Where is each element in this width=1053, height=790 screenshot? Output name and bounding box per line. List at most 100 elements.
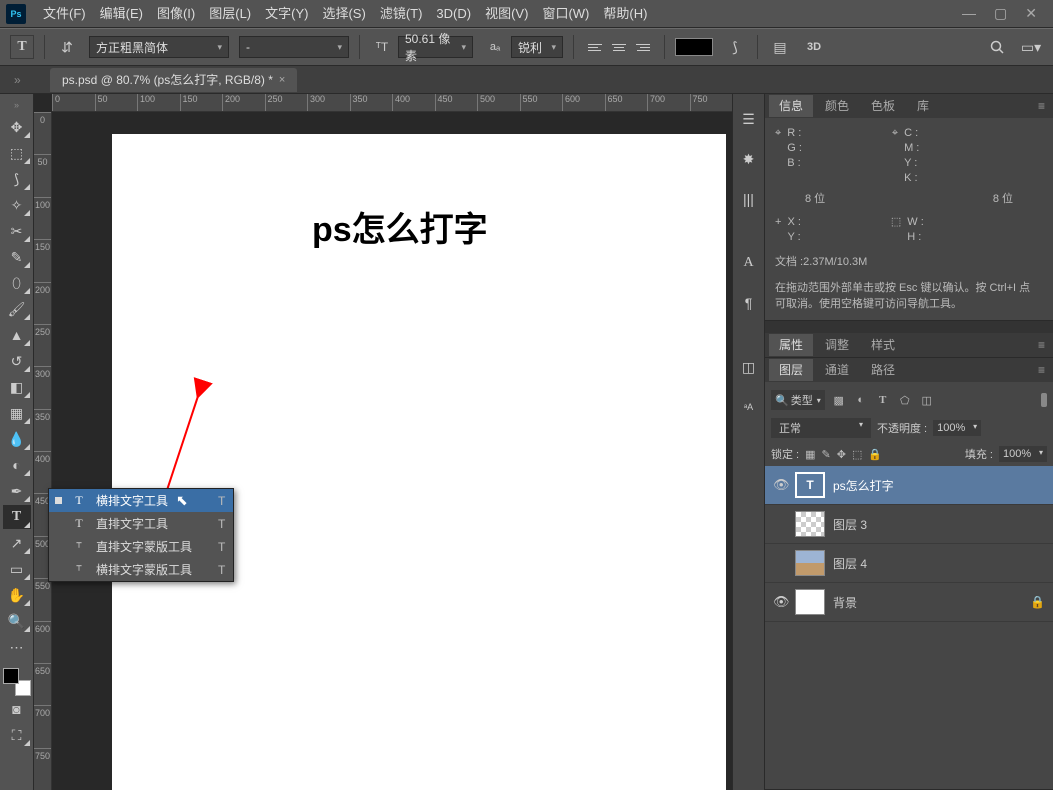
type-tool[interactable]: T — [3, 505, 31, 529]
panel-tab[interactable]: 库 — [907, 95, 939, 117]
align-right-button[interactable] — [632, 36, 654, 58]
stamp-tool[interactable]: ▲ — [3, 323, 31, 347]
tab-handle-icon[interactable]: » — [14, 73, 21, 87]
panel-tab[interactable]: 信息 — [769, 95, 813, 117]
canvas-text[interactable]: ps怎么打字 — [312, 202, 488, 251]
search-icon[interactable] — [985, 35, 1009, 59]
blur-tool[interactable]: 💧 — [3, 427, 31, 451]
flyout-item[interactable]: ⸆直排文字蒙版工具T — [49, 535, 233, 558]
flyout-item[interactable]: T直排文字工具T — [49, 512, 233, 535]
orientation-icon[interactable]: ⇵ — [55, 35, 79, 59]
move-tool[interactable]: ✥ — [3, 115, 31, 139]
menu-item[interactable]: 图像(I) — [150, 0, 202, 28]
dodge-tool[interactable]: ◐ — [3, 453, 31, 477]
lock-artboard-icon[interactable]: ⬚ — [852, 448, 862, 461]
magic-wand-tool[interactable]: ✧ — [3, 193, 31, 217]
menu-item[interactable]: 窗口(W) — [535, 0, 596, 28]
panel-tab[interactable]: 通道 — [815, 359, 859, 381]
font-family-dropdown[interactable]: 方正粗黑简体 — [89, 36, 229, 58]
maximize-icon[interactable]: ▢ — [994, 5, 1007, 22]
panel-tab[interactable]: 图层 — [769, 359, 813, 381]
panel-tab[interactable]: 属性 — [769, 334, 813, 356]
text-color-swatch[interactable] — [675, 38, 713, 56]
flyout-item[interactable]: T横排文字工具⬉T — [49, 489, 233, 512]
crop-tool[interactable]: ✂ — [3, 219, 31, 243]
visibility-icon[interactable]: 👁 — [773, 594, 787, 610]
zoom-tool[interactable]: 🔍 — [3, 609, 31, 633]
path-select-tool[interactable]: ↗ — [3, 531, 31, 555]
screenmode-icon[interactable]: ⛶ — [3, 723, 31, 747]
panel-tab[interactable]: 颜色 — [815, 95, 859, 117]
marquee-tool[interactable]: ⬚ — [3, 141, 31, 165]
layer-name[interactable]: ps怎么打字 — [833, 477, 894, 494]
visibility-icon[interactable]: 👁 — [773, 477, 787, 493]
lock-pixel-icon[interactable]: ✎ — [822, 448, 831, 461]
menu-item[interactable]: 图层(L) — [202, 0, 258, 28]
flyout-item[interactable]: ⸆横排文字蒙版工具T — [49, 558, 233, 581]
filter-toggle[interactable] — [1041, 393, 1047, 407]
hand-tool[interactable]: ✋ — [3, 583, 31, 607]
panel-menu-icon[interactable]: ≡ — [1030, 363, 1053, 377]
history-brush-tool[interactable]: ↺ — [3, 349, 31, 373]
character-panel-icon[interactable]: ▤ — [768, 35, 792, 59]
filter-pixel-icon[interactable]: ▩ — [831, 392, 847, 408]
layer-name[interactable]: 图层 4 — [833, 555, 867, 572]
layer-row[interactable]: 👁Tps怎么打字 — [765, 466, 1053, 505]
quickmask-icon[interactable]: ◙ — [3, 697, 31, 721]
eyedropper-tool[interactable]: ✎ — [3, 245, 31, 269]
brushes-dock-icon[interactable]: ||| — [738, 188, 760, 210]
panel-tab[interactable]: 色板 — [861, 95, 905, 117]
layer-name[interactable]: 图层 3 — [833, 516, 867, 533]
filter-smart-icon[interactable]: ◫ — [919, 392, 935, 408]
close-icon[interactable]: ✕ — [1025, 5, 1037, 22]
toolbox-handle-icon[interactable]: » — [14, 100, 19, 110]
layer-row[interactable]: 图层 4 — [765, 544, 1053, 583]
patch-tool[interactable]: ⬯ — [3, 271, 31, 295]
panel-tab[interactable]: 路径 — [861, 359, 905, 381]
antialias-dropdown[interactable]: 锐利 — [511, 36, 563, 58]
gradient-tool[interactable]: ▦ — [3, 401, 31, 425]
history-dock-icon[interactable]: ☰ — [738, 108, 760, 130]
glyphs-dock-icon[interactable]: ◫ — [738, 356, 760, 378]
lock-pos-icon[interactable]: ✥ — [837, 448, 846, 461]
align-left-button[interactable] — [584, 36, 606, 58]
lock-all-icon[interactable]: 🔒 — [868, 448, 882, 461]
layer-filter-dropdown[interactable]: 🔍 类型 — [771, 390, 825, 410]
panel-menu-icon[interactable]: ≡ — [1030, 99, 1053, 113]
minimize-icon[interactable]: — — [962, 5, 976, 22]
align-center-button[interactable] — [608, 36, 630, 58]
fgbg-colors[interactable] — [3, 668, 31, 696]
panel-menu-icon[interactable]: ≡ — [1030, 338, 1053, 352]
tool-preset-icon[interactable]: T — [10, 35, 34, 59]
menu-item[interactable]: 视图(V) — [478, 0, 535, 28]
warp-text-icon[interactable]: ⟆ — [723, 35, 747, 59]
wheel-dock-icon[interactable]: ✸ — [738, 148, 760, 170]
menu-item[interactable]: 编辑(E) — [93, 0, 150, 28]
pen-tool[interactable]: ✒ — [3, 479, 31, 503]
layer-name[interactable]: 背景 — [833, 594, 857, 611]
character-dock-icon[interactable]: A — [738, 252, 760, 274]
eraser-tool[interactable]: ◧ — [3, 375, 31, 399]
menu-item[interactable]: 帮助(H) — [596, 0, 654, 28]
panel-tab[interactable]: 调整 — [815, 334, 859, 356]
layer-row[interactable]: 👁背景🔒 — [765, 583, 1053, 622]
font-size-dropdown[interactable]: 50.61 像素 — [398, 36, 473, 58]
menu-item[interactable]: 文字(Y) — [258, 0, 315, 28]
layer-row[interactable]: 图层 3 — [765, 505, 1053, 544]
menu-item[interactable]: 滤镜(T) — [373, 0, 430, 28]
filter-type-icon[interactable]: T — [875, 392, 891, 408]
font-style-dropdown[interactable]: - — [239, 36, 349, 58]
actions-dock-icon[interactable]: ᵃA — [738, 396, 760, 418]
menu-item[interactable]: 文件(F) — [36, 0, 93, 28]
filter-adjust-icon[interactable]: ◐ — [853, 392, 869, 408]
close-tab-icon[interactable]: × — [279, 68, 285, 92]
document-tab[interactable]: ps.psd @ 80.7% (ps怎么打字, RGB/8) *× — [50, 68, 297, 92]
lasso-tool[interactable]: ⟆ — [3, 167, 31, 191]
3d-icon[interactable]: 3D — [802, 35, 826, 59]
brush-tool[interactable]: 🖌 — [3, 297, 31, 321]
lock-trans-icon[interactable]: ▦ — [805, 448, 815, 461]
blend-mode-dropdown[interactable]: 正常 — [771, 418, 871, 438]
shape-tool[interactable]: ▭ — [3, 557, 31, 581]
paragraph-dock-icon[interactable]: ¶ — [738, 292, 760, 314]
filter-shape-icon[interactable]: ⬠ — [897, 392, 913, 408]
